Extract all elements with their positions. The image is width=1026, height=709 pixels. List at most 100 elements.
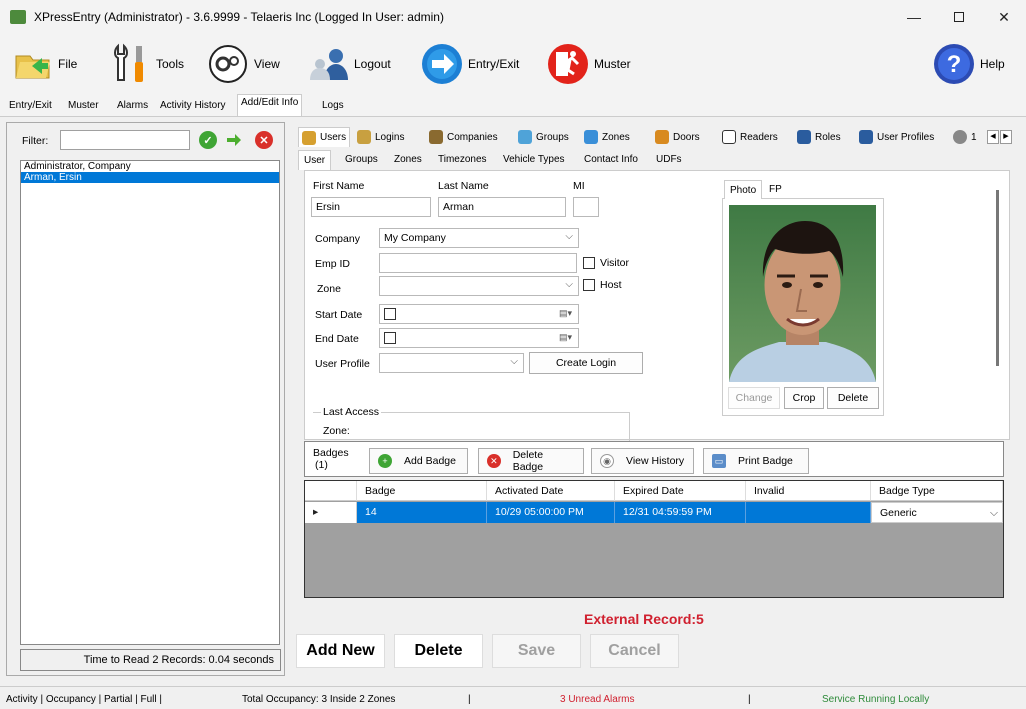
save-button[interactable]: Save bbox=[492, 634, 581, 668]
row-header bbox=[305, 481, 357, 501]
user-profile-select[interactable]: ⌵ bbox=[379, 353, 524, 373]
tab-timezones[interactable]: 1 bbox=[953, 127, 977, 147]
logout-menu[interactable]: Logout bbox=[306, 40, 391, 88]
entry-exit-label: Entry/Exit bbox=[468, 57, 520, 71]
subtab-udfs[interactable]: UDFs bbox=[651, 150, 687, 170]
tab-muster[interactable]: Muster bbox=[65, 98, 102, 115]
host-checkbox[interactable] bbox=[583, 279, 595, 291]
print-badge-button[interactable]: ▭ Print Badge bbox=[703, 448, 809, 474]
column-header-badge-type[interactable]: Badge Type bbox=[871, 481, 1003, 501]
tools-menu[interactable]: Tools bbox=[108, 40, 184, 88]
change-photo-button[interactable]: Change bbox=[728, 387, 780, 409]
calendar-icon[interactable]: ▤▾ bbox=[559, 308, 572, 319]
tab-photo[interactable]: Photo bbox=[724, 180, 763, 199]
badges-toolbar: Badges (1) + Add Badge ✕ Delete Badge ◉ Vie… bbox=[304, 441, 1004, 477]
mi-field[interactable] bbox=[573, 197, 599, 217]
exit-runner-icon bbox=[546, 42, 590, 86]
tab-roles[interactable]: Roles bbox=[797, 127, 841, 147]
total-occupancy: Total Occupancy: 3 Inside 2 Zones bbox=[242, 694, 396, 705]
column-header-expired-date[interactable]: Expired Date bbox=[615, 481, 746, 501]
tab-user-profiles[interactable]: User Profiles bbox=[859, 127, 934, 147]
muster-menu[interactable]: Muster bbox=[546, 40, 631, 88]
row-selector[interactable]: ▸ bbox=[305, 502, 357, 523]
subtab-vehicle-types[interactable]: Vehicle Types bbox=[498, 150, 570, 170]
tab-readers[interactable]: Readers bbox=[722, 127, 778, 147]
tab-logs[interactable]: Logs bbox=[319, 98, 347, 115]
view-menu[interactable]: View bbox=[206, 40, 280, 88]
tab-activity-history[interactable]: Activity History bbox=[157, 98, 229, 115]
tab-zones[interactable]: Zones bbox=[584, 127, 630, 147]
printer-icon: ▭ bbox=[712, 454, 726, 468]
company-select[interactable]: My Company ⌵ bbox=[379, 228, 579, 248]
table-cell-invalid[interactable] bbox=[746, 502, 871, 523]
chevron-down-icon: ⌵ bbox=[990, 507, 998, 519]
tab-timezones-label: 1 bbox=[971, 131, 977, 143]
delete-photo-button[interactable]: Delete bbox=[827, 387, 879, 409]
column-header-invalid[interactable]: Invalid bbox=[746, 481, 871, 501]
end-date-picker[interactable]: ▤▾ bbox=[379, 328, 579, 348]
filter-clear-button[interactable]: ✕ bbox=[255, 131, 273, 149]
filter-next-button[interactable] bbox=[224, 131, 244, 149]
file-menu[interactable]: File bbox=[10, 40, 77, 88]
tab-logins-label: Logins bbox=[375, 131, 405, 143]
tab-users[interactable]: Users bbox=[298, 127, 351, 147]
delete-button[interactable]: Delete bbox=[394, 634, 483, 668]
tab-groups[interactable]: Groups bbox=[518, 127, 569, 147]
delete-badge-button[interactable]: ✕ Delete Badge bbox=[478, 448, 584, 474]
column-header-activated-date[interactable]: Activated Date bbox=[487, 481, 615, 501]
tab-companies-label: Companies bbox=[447, 131, 498, 143]
tab-fp[interactable]: FP bbox=[764, 180, 787, 199]
table-cell-badge[interactable]: 14 bbox=[357, 502, 487, 523]
create-login-button[interactable]: Create Login bbox=[529, 352, 643, 374]
maximize-button[interactable] bbox=[937, 0, 981, 34]
help-menu[interactable]: ? Help bbox=[932, 40, 1005, 88]
unread-alarms[interactable]: 3 Unread Alarms bbox=[560, 694, 634, 705]
calendar-icon[interactable]: ▤▾ bbox=[559, 332, 572, 343]
last-name-field[interactable]: Arman bbox=[438, 197, 566, 217]
zone-select[interactable]: ⌵ bbox=[379, 276, 579, 296]
badge-type-select[interactable]: Generic ⌵ bbox=[871, 502, 1003, 523]
table-cell-expired-date[interactable]: 12/31 04:59:59 PM bbox=[615, 502, 746, 523]
end-date-checkbox[interactable] bbox=[384, 332, 396, 344]
subtab-timezones[interactable]: Timezones bbox=[433, 150, 492, 170]
start-date-picker[interactable]: ▤▾ bbox=[379, 304, 579, 324]
tab-scroll-left-button[interactable]: ◀ bbox=[987, 130, 999, 144]
add-new-button[interactable]: Add New bbox=[296, 634, 385, 668]
start-date-checkbox[interactable] bbox=[384, 308, 396, 320]
tab-companies[interactable]: Companies bbox=[429, 127, 498, 147]
list-item-selected[interactable]: Arman, Ersin bbox=[21, 172, 279, 183]
host-label: Host bbox=[600, 279, 622, 291]
subtab-contact-info[interactable]: Contact Info bbox=[579, 150, 643, 170]
status-view-links[interactable]: Activity | Occupancy | Partial | Full | bbox=[6, 694, 162, 705]
emp-id-field[interactable] bbox=[379, 253, 577, 273]
tab-doors[interactable]: Doors bbox=[655, 127, 700, 147]
list-item[interactable]: Administrator, Company bbox=[21, 161, 279, 172]
subtab-zones[interactable]: Zones bbox=[389, 150, 427, 170]
entry-exit-menu[interactable]: Entry/Exit bbox=[420, 40, 519, 88]
close-button[interactable]: ✕ bbox=[982, 0, 1026, 34]
tab-scroll-right-button[interactable]: ▶ bbox=[1000, 130, 1012, 144]
first-name-field[interactable]: Ersin bbox=[311, 197, 431, 217]
company-label: Company bbox=[315, 233, 360, 245]
delete-icon: ✕ bbox=[487, 454, 501, 468]
filter-apply-button[interactable]: ✓ bbox=[199, 131, 217, 149]
history-icon: ◉ bbox=[600, 454, 614, 468]
form-scrollbar[interactable] bbox=[996, 190, 999, 366]
table-cell-activated-date[interactable]: 10/29 05:00:00 PM bbox=[487, 502, 615, 523]
add-badge-button[interactable]: + Add Badge bbox=[369, 448, 468, 474]
door-icon bbox=[655, 130, 669, 144]
crop-photo-button[interactable]: Crop bbox=[784, 387, 824, 409]
view-history-button[interactable]: ◉ View History bbox=[591, 448, 694, 474]
column-header-badge[interactable]: Badge bbox=[357, 481, 487, 501]
subtab-user[interactable]: User bbox=[298, 150, 332, 170]
cancel-button[interactable]: Cancel bbox=[590, 634, 679, 668]
tab-entry-exit[interactable]: Entry/Exit bbox=[6, 98, 55, 115]
status-separator: | bbox=[748, 694, 751, 705]
tab-alarms[interactable]: Alarms bbox=[114, 98, 151, 115]
minimize-button[interactable]: — bbox=[892, 0, 936, 34]
tab-logins[interactable]: Logins bbox=[357, 127, 404, 147]
tab-add-edit-info[interactable]: Add/Edit Info bbox=[237, 94, 303, 116]
visitor-checkbox[interactable] bbox=[583, 257, 595, 269]
filter-input[interactable] bbox=[60, 130, 190, 150]
subtab-groups[interactable]: Groups bbox=[340, 150, 383, 170]
